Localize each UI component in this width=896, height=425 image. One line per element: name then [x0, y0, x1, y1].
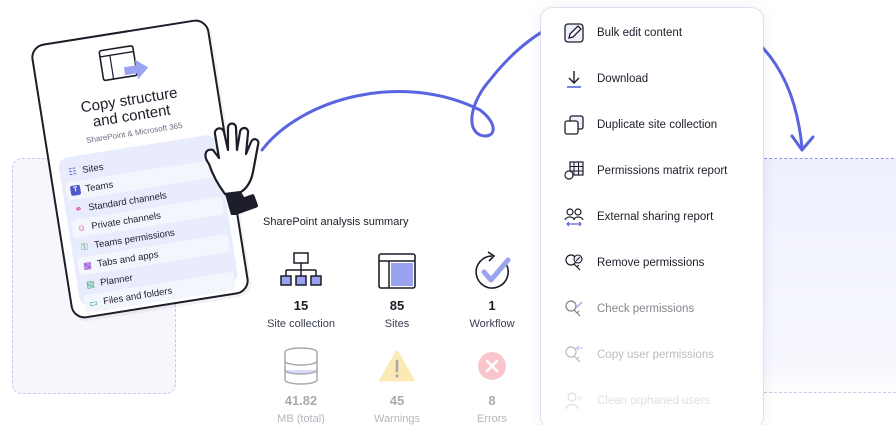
menu-item-duplicate-site[interactable]: Duplicate site collection	[541, 102, 763, 148]
stat-workflow: 1 Workflow	[447, 250, 537, 330]
sitemap-icon: ☷	[67, 166, 78, 178]
menu-item-copy-user-permissions[interactable]: Copy user permissions	[541, 332, 763, 378]
menu-item-label: Clean orphaned users	[597, 395, 711, 407]
menu-item-label: External sharing report	[597, 211, 714, 223]
matrix-icon	[563, 160, 585, 182]
stat-label: Workflow	[469, 318, 515, 330]
window-icon	[378, 253, 416, 289]
actions-menu: Bulk edit content Download Duplicate sit…	[541, 8, 763, 425]
window-arrow-icon	[98, 45, 149, 82]
menu-item-label: Permissions matrix report	[597, 165, 728, 177]
stat-value: 41.82	[284, 393, 318, 408]
apps-icon: ▦	[82, 259, 93, 272]
menu-item-label: Duplicate site collection	[597, 119, 718, 131]
card-item-label: Sites	[81, 161, 105, 176]
sitemap-icon	[280, 252, 322, 286]
card-item-label: Planner	[99, 272, 134, 289]
menu-item-label: Download	[597, 73, 649, 85]
teams-icon: T	[69, 184, 82, 197]
stat-value: 1	[488, 298, 496, 313]
key-copy-icon	[563, 344, 585, 366]
card-item-label: Teams	[84, 178, 114, 195]
stat-sites: 85 Sites	[352, 250, 442, 330]
error-icon	[478, 352, 506, 380]
stat-label: Warnings	[373, 413, 421, 425]
refresh-check-icon	[475, 251, 511, 289]
pointing-hand-icon	[204, 122, 260, 215]
menu-item-label: Check permissions	[597, 303, 695, 315]
stat-label: Sites	[384, 318, 410, 330]
stat-value: 45	[389, 393, 405, 408]
stat-value: 15	[293, 298, 309, 313]
database-icon	[284, 347, 318, 385]
download-icon	[563, 68, 585, 90]
stat-errors: 8 Errors	[447, 345, 537, 425]
stat-site-collection: 15 Site collection	[256, 250, 346, 330]
key-icon: ⚿	[80, 241, 89, 253]
user-clean-icon	[563, 390, 585, 412]
stat-mb-total: 41.82 MB (total)	[256, 345, 346, 425]
edit-icon	[563, 22, 585, 44]
warning-icon	[379, 350, 415, 382]
menu-item-bulk-edit[interactable]: Bulk edit content	[541, 10, 763, 56]
key-check-icon	[563, 298, 585, 320]
menu-item-check-permissions[interactable]: Check permissions	[541, 286, 763, 332]
files-icon: ▭	[88, 297, 99, 309]
people-icon: ⚭	[74, 203, 84, 215]
menu-item-label: Remove permissions	[597, 257, 705, 269]
stat-warnings: 45 Warnings	[352, 345, 442, 425]
drop-zone-right-edge	[764, 392, 896, 393]
drop-zone-right	[764, 158, 896, 394]
menu-item-download[interactable]: Download	[541, 56, 763, 102]
stat-value: 85	[389, 298, 405, 313]
stat-label: Errors	[477, 413, 507, 425]
key-remove-icon	[563, 252, 585, 274]
stat-value: 8	[488, 393, 496, 408]
duplicate-icon	[563, 114, 585, 136]
stat-label: MB (total)	[277, 413, 325, 425]
person-icon: ☺	[76, 222, 87, 234]
stat-label: Site collection	[267, 318, 335, 330]
menu-item-label: Bulk edit content	[597, 27, 683, 39]
menu-item-label: Copy user permissions	[597, 349, 714, 361]
planner-icon: ▤	[85, 278, 96, 290]
summary-title: SharePoint analysis summary	[263, 216, 409, 228]
menu-item-clean-orphaned-users[interactable]: Clean orphaned users	[541, 378, 763, 424]
menu-item-external-sharing[interactable]: External sharing report	[541, 194, 763, 240]
sharing-icon	[563, 206, 585, 228]
menu-item-remove-permissions[interactable]: Remove permissions	[541, 240, 763, 286]
menu-item-permissions-matrix[interactable]: Permissions matrix report	[541, 148, 763, 194]
